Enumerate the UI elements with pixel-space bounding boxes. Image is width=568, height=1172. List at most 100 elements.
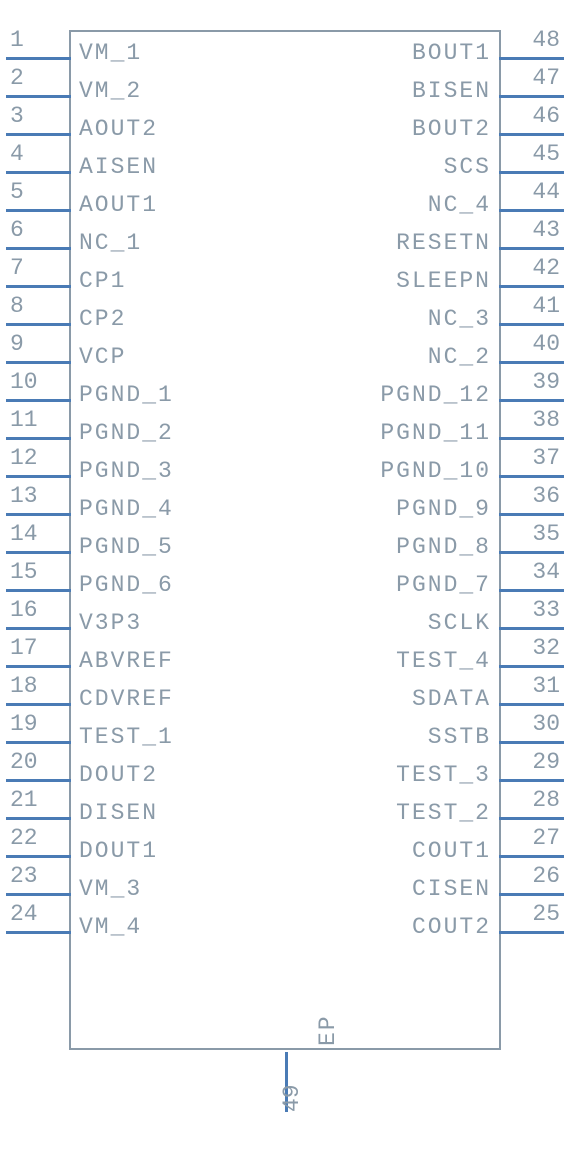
pin-lead[interactable] — [499, 665, 564, 668]
pin-lead[interactable] — [499, 779, 564, 782]
pin-number: 26 — [504, 863, 564, 889]
pin-lead[interactable] — [499, 437, 564, 440]
pin-lead[interactable] — [6, 57, 71, 60]
pin-number: 41 — [504, 293, 564, 319]
pin-number: 20 — [6, 749, 66, 775]
pin-lead[interactable] — [499, 209, 564, 212]
pin-lead[interactable] — [6, 817, 71, 820]
pin-lead[interactable] — [6, 323, 71, 326]
pin-number: 21 — [6, 787, 66, 813]
pin-number: 39 — [504, 369, 564, 395]
pin-row: 16V3P333SCLK — [71, 602, 499, 640]
pin-row: 12PGND_337PGND_10 — [71, 450, 499, 488]
pin-number: 3 — [6, 103, 66, 129]
pin-lead[interactable] — [6, 285, 71, 288]
pin-lead[interactable] — [499, 589, 564, 592]
pin-lead[interactable] — [6, 95, 71, 98]
pin-lead[interactable] — [499, 399, 564, 402]
pin-lead[interactable] — [6, 475, 71, 478]
pin-row: 6NC_143RESETN — [71, 222, 499, 260]
pin-lead[interactable] — [6, 361, 71, 364]
pin-lead[interactable] — [499, 855, 564, 858]
pin-lead[interactable] — [499, 627, 564, 630]
pin-number: 13 — [6, 483, 66, 509]
pin-label: NC_2 — [428, 344, 491, 370]
pin-row: 19TEST_130SSTB — [71, 716, 499, 754]
pin-label: PGND_5 — [79, 534, 174, 560]
pin-lead[interactable] — [6, 893, 71, 896]
pin-row: 7CP142SLEEPN — [71, 260, 499, 298]
pin-row: 5AOUT144NC_4 — [71, 184, 499, 222]
pin-label: ABVREF — [79, 648, 174, 674]
pin-lead[interactable] — [6, 247, 71, 250]
pin-number: 12 — [6, 445, 66, 471]
pin-label: BOUT1 — [412, 40, 491, 66]
pin-label: TEST_3 — [396, 762, 491, 788]
pin-lead[interactable] — [6, 627, 71, 630]
pin-lead[interactable] — [6, 551, 71, 554]
pin-row: 1VM_148BOUT1 — [71, 32, 499, 70]
pin-lead[interactable] — [499, 893, 564, 896]
pin-number: 48 — [504, 27, 564, 53]
pin-number: 6 — [6, 217, 66, 243]
pin-lead[interactable] — [6, 399, 71, 402]
pin-lead[interactable] — [6, 437, 71, 440]
pin-lead[interactable] — [6, 931, 71, 934]
pin-label: TEST_2 — [396, 800, 491, 826]
pin-lead[interactable] — [6, 209, 71, 212]
pin-label: VM_1 — [79, 40, 142, 66]
pin-label: PGND_7 — [396, 572, 491, 598]
pin-number: 32 — [504, 635, 564, 661]
pin-lead[interactable] — [499, 513, 564, 516]
pin-label: SDATA — [412, 686, 491, 712]
pin-lead[interactable] — [6, 741, 71, 744]
pin-row: 10PGND_139PGND_12 — [71, 374, 499, 412]
pin-row: 4AISEN45SCS — [71, 146, 499, 184]
pin-label: PGND_11 — [380, 420, 491, 446]
pin-lead[interactable] — [6, 589, 71, 592]
pin-number: 14 — [6, 521, 66, 547]
pin-num-bottom: 49 — [279, 1084, 305, 1112]
pin-row: 13PGND_436PGND_9 — [71, 488, 499, 526]
pin-lead[interactable] — [6, 855, 71, 858]
pin-lead[interactable] — [6, 703, 71, 706]
pin-number: 1 — [6, 27, 66, 53]
pin-label: PGND_9 — [396, 496, 491, 522]
pin-lead[interactable] — [499, 247, 564, 250]
pin-label: SLEEPN — [396, 268, 491, 294]
pin-lead[interactable] — [499, 817, 564, 820]
pin-lead[interactable] — [499, 133, 564, 136]
pin-label: AISEN — [79, 154, 158, 180]
pin-lead[interactable] — [499, 931, 564, 934]
pin-lead[interactable] — [499, 323, 564, 326]
pin-lead[interactable] — [499, 95, 564, 98]
pin-lead[interactable] — [6, 779, 71, 782]
pin-lead[interactable] — [499, 171, 564, 174]
pin-lead[interactable] — [6, 133, 71, 136]
pin-lead[interactable] — [499, 57, 564, 60]
pin-lead[interactable] — [6, 513, 71, 516]
pin-label: PGND_6 — [79, 572, 174, 598]
pin-row: 22DOUT127COUT1 — [71, 830, 499, 868]
pin-lead[interactable] — [499, 551, 564, 554]
pin-label: TEST_1 — [79, 724, 174, 750]
pin-number: 17 — [6, 635, 66, 661]
pin-row: 9VCP40NC_2 — [71, 336, 499, 374]
pin-number: 42 — [504, 255, 564, 281]
pin-lead[interactable] — [499, 285, 564, 288]
pin-number: 28 — [504, 787, 564, 813]
pin-lead[interactable] — [499, 475, 564, 478]
pin-label: PGND_2 — [79, 420, 174, 446]
pin-label-bottom: EP — [315, 1014, 341, 1046]
pin-label: PGND_3 — [79, 458, 174, 484]
pin-lead[interactable] — [499, 703, 564, 706]
pin-row: 8CP241NC_3 — [71, 298, 499, 336]
pin-lead[interactable] — [499, 361, 564, 364]
pin-lead[interactable] — [6, 171, 71, 174]
pin-lead[interactable] — [499, 741, 564, 744]
pin-lead[interactable] — [6, 665, 71, 668]
pin-number: 44 — [504, 179, 564, 205]
pin-number: 24 — [6, 901, 66, 927]
pin-number: 34 — [504, 559, 564, 585]
pin-label: AOUT2 — [79, 116, 158, 142]
